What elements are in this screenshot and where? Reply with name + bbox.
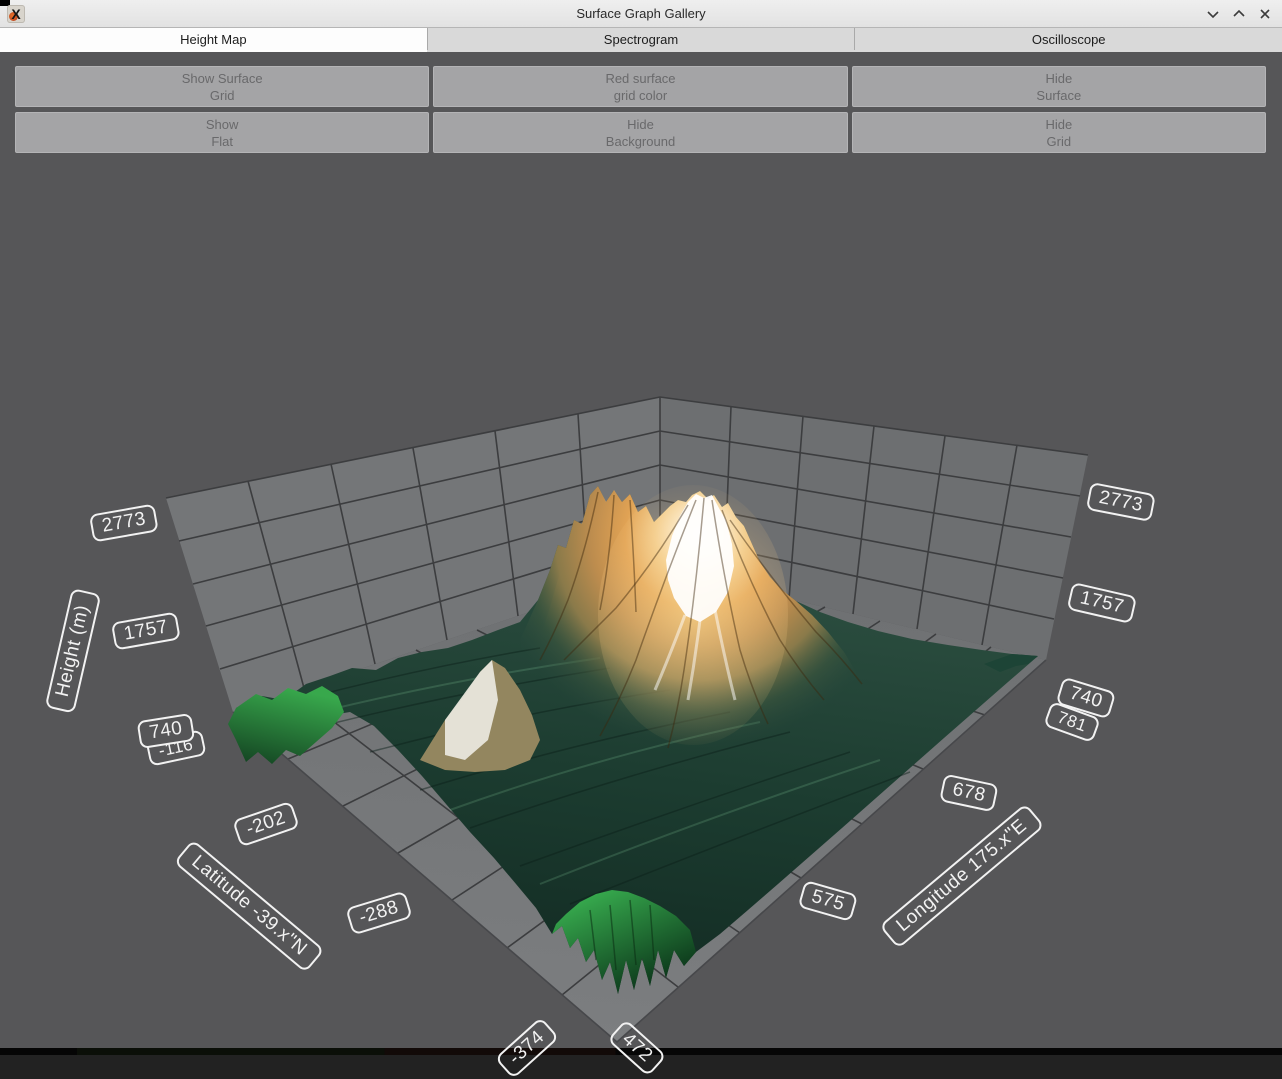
window-titlebar[interactable]: X Surface Graph Gallery	[0, 0, 1282, 28]
hide-surface-button[interactable]: Hide Surface	[852, 66, 1266, 107]
window-title: Surface Graph Gallery	[0, 6, 1282, 21]
maximize-icon[interactable]	[1232, 7, 1246, 21]
show-surface-grid-button[interactable]: Show Surface Grid	[15, 66, 429, 107]
button-label: Surface	[1036, 87, 1081, 104]
button-label: Grid	[210, 87, 235, 104]
button-label: grid color	[614, 87, 667, 104]
button-label: Background	[606, 133, 675, 150]
hide-background-button[interactable]: Hide Background	[433, 112, 847, 153]
tab-oscilloscope[interactable]: Oscilloscope	[855, 28, 1282, 50]
minimize-icon[interactable]	[1206, 7, 1220, 21]
hide-grid-button[interactable]: Hide Grid	[852, 112, 1266, 153]
button-label: Hide	[1045, 70, 1072, 87]
screen: { "window": { "title": "Surface Graph Ga…	[0, 0, 1282, 1055]
button-label: Show Surface	[182, 70, 263, 87]
show-flat-button[interactable]: Show Flat	[15, 112, 429, 153]
red-surface-grid-color-button[interactable]: Red surface grid color	[433, 66, 847, 107]
button-label: Red surface	[605, 70, 675, 87]
button-label: Show	[206, 116, 239, 133]
tab-height-map[interactable]: Height Map	[0, 28, 428, 50]
surface-plot-3d[interactable]	[0, 52, 1282, 1048]
button-label: Hide	[627, 116, 654, 133]
window-controls	[1206, 0, 1272, 28]
tab-bar: Height Map Spectrogram Oscilloscope	[0, 28, 1282, 50]
tab-spectrogram[interactable]: Spectrogram	[428, 28, 856, 50]
close-icon[interactable]	[1258, 7, 1272, 21]
height-map-pane: Show Surface Grid Red surface grid color…	[0, 52, 1282, 1048]
button-label: Flat	[211, 133, 233, 150]
toolbar: Show Surface Grid Red surface grid color…	[15, 66, 1266, 153]
button-label: Grid	[1047, 133, 1072, 150]
button-label: Hide	[1045, 116, 1072, 133]
